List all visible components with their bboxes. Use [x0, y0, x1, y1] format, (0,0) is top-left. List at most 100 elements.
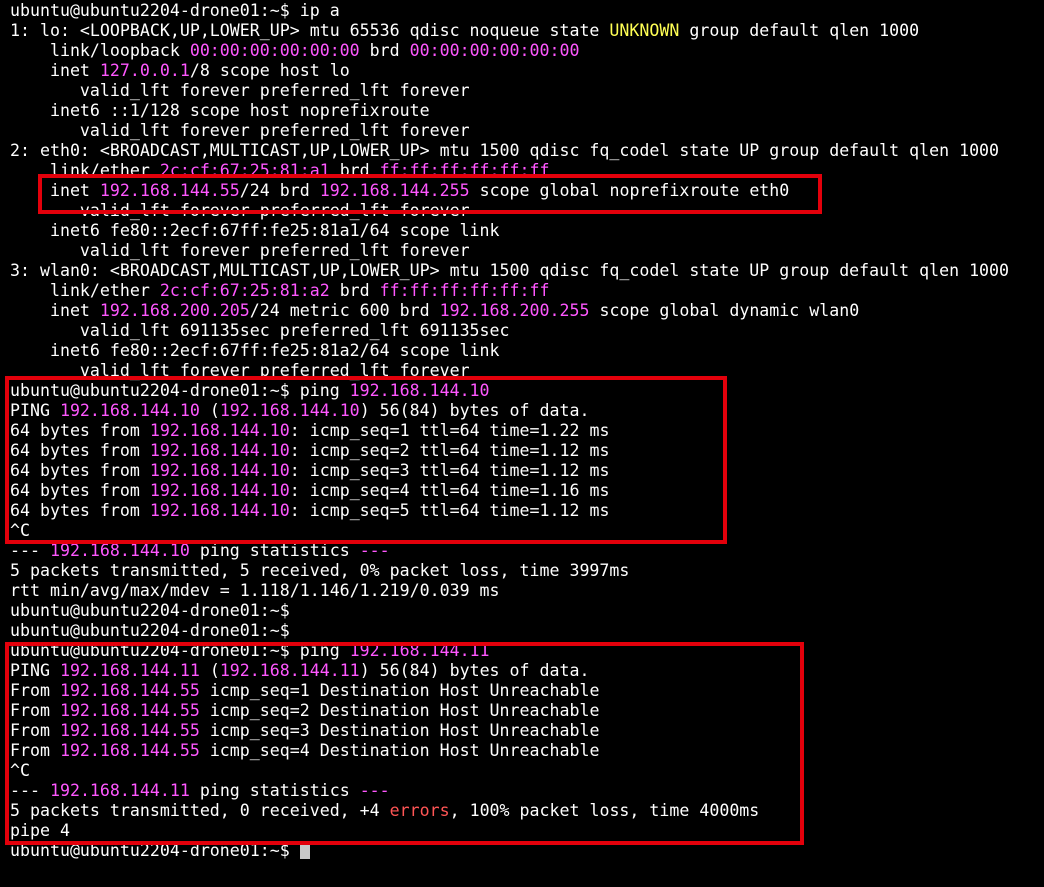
terminal-line: 64 bytes from 192.168.144.10: icmp_seq=3… [10, 461, 1009, 481]
terminal-text-segment: valid_lft forever preferred_lft forever [10, 201, 470, 220]
terminal-line: 5 packets transmitted, 5 received, 0% pa… [10, 561, 1009, 581]
terminal-line: 64 bytes from 192.168.144.10: icmp_seq=5… [10, 501, 1009, 521]
terminal-text-segment: 192.168.144.11 [59, 661, 200, 680]
terminal-line: From 192.168.144.55 icmp_seq=4 Destinati… [10, 741, 1009, 761]
terminal-text-segment: 192.168.144.55 [59, 741, 200, 760]
terminal-text-segment: link/ether [10, 281, 160, 300]
terminal-text-segment: brd [329, 161, 380, 180]
terminal-text-segment: 64 bytes from [10, 501, 150, 520]
terminal-line: pipe 4 [10, 821, 1009, 841]
terminal-text-segment: ubuntu@ubuntu2204-drone01:~$ ping [10, 381, 350, 400]
terminal-text-segment: inet6 ::1/128 scope host noprefixroute [10, 101, 430, 120]
terminal-text-segment: PING [10, 661, 60, 680]
cursor-icon[interactable] [299, 842, 310, 859]
terminal-text-segment: ff:ff:ff:ff:ff:ff [379, 161, 550, 180]
terminal-text-segment: 2: eth0: <BROADCAST,MULTICAST,UP,LOWER_U… [10, 141, 1000, 160]
terminal-text-segment: From [10, 741, 60, 760]
terminal-text-segment: 192.168.200.205 [99, 301, 250, 320]
terminal-text-segment: scope global dynamic wlan0 [589, 301, 860, 320]
terminal-text-segment: ( [199, 401, 220, 420]
terminal-text-segment: ^C [10, 761, 30, 780]
terminal-text-segment: ) 56(84) bytes of data. [359, 401, 590, 420]
terminal-text-segment: PING [10, 401, 60, 420]
terminal-text-segment: --- [10, 541, 50, 560]
terminal-text-segment: ping statistics [189, 781, 360, 800]
terminal-line: link/ether 2c:cf:67:25:81:a1 brd ff:ff:f… [10, 161, 1009, 181]
terminal-text-segment: /24 brd [239, 181, 320, 200]
terminal-line: From 192.168.144.55 icmp_seq=3 Destinati… [10, 721, 1009, 741]
terminal-text-segment: : icmp_seq=4 ttl=64 time=1.16 ms [289, 481, 610, 500]
terminal-line: inet6 fe80::2ecf:67ff:fe25:81a2/64 scope… [10, 341, 1009, 361]
terminal-line: link/ether 2c:cf:67:25:81:a2 brd ff:ff:f… [10, 281, 1009, 301]
terminal-text-segment: ubuntu@ubuntu2204-drone01:~$ ping [10, 641, 350, 660]
terminal-line: ubuntu@ubuntu2204-drone01:~$ ping 192.16… [10, 381, 1009, 401]
terminal-window[interactable]: ubuntu@ubuntu2204-drone01:~$ ip a 1: lo: … [0, 0, 1044, 887]
terminal-text-segment: 192.168.144.10 [149, 441, 290, 460]
terminal-text-segment: 00:00:00:00:00:00 [189, 41, 360, 60]
terminal-text-segment: 192.168.144.55 [59, 721, 200, 740]
terminal-text-segment: group default qlen 1000 [679, 21, 920, 40]
terminal-text-segment: inet6 fe80::2ecf:67ff:fe25:81a1/64 scope… [10, 221, 500, 240]
terminal-text-segment: brd [329, 281, 380, 300]
terminal-text-segment: 00:00:00:00:00:00 [409, 41, 580, 60]
terminal-current-prompt-line[interactable]: ubuntu@ubuntu2204-drone01:~$ [10, 841, 1009, 861]
terminal-line: 64 bytes from 192.168.144.10: icmp_seq=4… [10, 481, 1009, 501]
terminal-text-segment: 192.168.144.55 [59, 681, 200, 700]
terminal-line: 3: wlan0: <BROADCAST,MULTICAST,UP,LOWER_… [10, 261, 1009, 281]
terminal-line: PING 192.168.144.10 (192.168.144.10) 56(… [10, 401, 1009, 421]
terminal-line: valid_lft forever preferred_lft forever [10, 121, 1009, 141]
terminal-text-segment: 64 bytes from [10, 481, 150, 500]
terminal-line: 64 bytes from 192.168.144.10: icmp_seq=2… [10, 441, 1009, 461]
terminal-text-segment: brd [359, 41, 410, 60]
terminal-text-segment: valid_lft 691135sec preferred_lft 691135… [10, 321, 510, 340]
terminal-line: inet 192.168.200.205/24 metric 600 brd 1… [10, 301, 1009, 321]
terminal-text-segment: rtt min/avg/max/mdev = 1.118/1.146/1.219… [10, 581, 500, 600]
shell-prompt: ubuntu@ubuntu2204-drone01:~$ [10, 841, 290, 860]
terminal-text-segment: inet [10, 301, 100, 320]
terminal-text-segment: valid_lft forever preferred_lft forever [10, 361, 470, 380]
terminal-text-segment: : icmp_seq=3 ttl=64 time=1.12 ms [289, 461, 610, 480]
terminal-line: --- 192.168.144.10 ping statistics --- [10, 541, 1009, 561]
terminal-line: ^C [10, 761, 1009, 781]
terminal-line: 1: lo: <LOOPBACK,UP,LOWER_UP> mtu 65536 … [10, 21, 1009, 41]
terminal-text-segment: 192.168.144.10 [149, 481, 290, 500]
terminal-text-segment: 64 bytes from [10, 441, 150, 460]
terminal-text-segment: 64 bytes from [10, 421, 150, 440]
terminal-output: ubuntu@ubuntu2204-drone01:~$ ip a 1: lo: … [10, 1, 1009, 861]
terminal-text-segment: 127.0.0.1 [99, 61, 190, 80]
terminal-text-segment: /8 scope host lo [189, 61, 350, 80]
terminal-line: valid_lft forever preferred_lft forever [10, 201, 1009, 221]
terminal-text-segment: From [10, 721, 60, 740]
terminal-text-segment: errors [389, 801, 450, 820]
terminal-text-segment: 1: lo: <LOOPBACK,UP,LOWER_UP> mtu 65536 … [10, 21, 610, 40]
terminal-text-segment: --- [10, 781, 50, 800]
terminal-line: --- 192.168.144.11 ping statistics --- [10, 781, 1009, 801]
terminal-line: valid_lft forever preferred_lft forever [10, 361, 1009, 381]
terminal-text-segment: inet6 fe80::2ecf:67ff:fe25:81a2/64 scope… [10, 341, 500, 360]
terminal-text-segment: 3: wlan0: <BROADCAST,MULTICAST,UP,LOWER_… [10, 261, 1010, 280]
terminal-text-segment: ubuntu@ubuntu2204-drone01:~$ [10, 621, 290, 640]
terminal-text-segment: 192.168.144.10 [59, 401, 200, 420]
terminal-text-segment: 192.168.200.255 [439, 301, 590, 320]
terminal-text-segment: valid_lft forever preferred_lft forever [10, 81, 470, 100]
terminal-line: From 192.168.144.55 icmp_seq=2 Destinati… [10, 701, 1009, 721]
terminal-text-segment: From [10, 681, 60, 700]
terminal-line: ^C [10, 521, 1009, 541]
terminal-text-segment: 5 packets transmitted, 0 received, +4 [10, 801, 390, 820]
terminal-text-segment: ( [199, 661, 220, 680]
terminal-text-segment: pipe 4 [10, 821, 70, 840]
terminal-text-segment: --- [359, 781, 390, 800]
terminal-line: inet6 ::1/128 scope host noprefixroute [10, 101, 1009, 121]
terminal-text-segment: icmp_seq=1 Destination Host Unreachable [199, 681, 600, 700]
terminal-text-segment: link/ether [10, 161, 160, 180]
terminal-line: link/loopback 00:00:00:00:00:00 brd 00:0… [10, 41, 1009, 61]
terminal-line: ubuntu@ubuntu2204-drone01:~$ ip a [10, 1, 1009, 21]
terminal-text-segment: /24 metric 600 brd [249, 301, 440, 320]
terminal-text-segment: icmp_seq=3 Destination Host Unreachable [199, 721, 600, 740]
terminal-line: valid_lft forever preferred_lft forever [10, 81, 1009, 101]
terminal-text-segment: 192.168.144.55 [99, 181, 240, 200]
terminal-text-segment: ) 56(84) bytes of data. [359, 661, 590, 680]
terminal-text-segment: 192.168.144.10 [49, 541, 190, 560]
terminal-text-segment: --- [359, 541, 390, 560]
terminal-text-segment: 64 bytes from [10, 461, 150, 480]
